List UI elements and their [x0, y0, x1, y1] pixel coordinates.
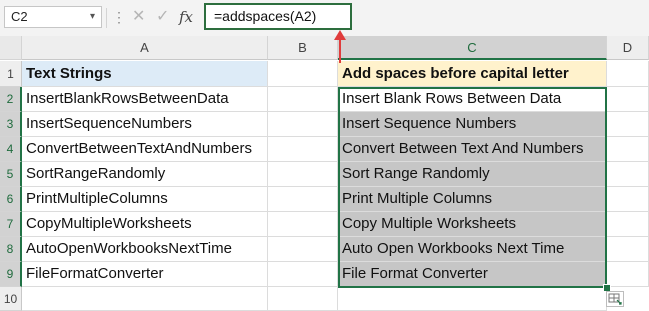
cell-b4[interactable]	[268, 137, 338, 162]
cell-a2[interactable]: InsertBlankRowsBetweenData	[22, 87, 268, 112]
cell-a1[interactable]: Text Strings	[22, 61, 268, 87]
row-header-3[interactable]: 3	[0, 112, 22, 137]
chevron-down-icon[interactable]: ▾	[90, 7, 95, 27]
cell-d8[interactable]	[607, 237, 649, 262]
cell-c9[interactable]: File Format Converter	[338, 262, 607, 287]
cell-b6[interactable]	[268, 187, 338, 212]
cell-c3[interactable]: Insert Sequence Numbers	[338, 112, 607, 137]
row-header-8[interactable]: 8	[0, 237, 22, 262]
cell-b1[interactable]	[268, 61, 338, 87]
cell-a6[interactable]: PrintMultipleColumns	[22, 187, 268, 212]
cell-d7[interactable]	[607, 212, 649, 237]
name-box[interactable]: C2 ▾	[4, 6, 102, 28]
red-up-arrow-icon	[334, 30, 346, 63]
cell-c6[interactable]: Print Multiple Columns	[338, 187, 607, 212]
column-header-d[interactable]: D	[607, 36, 649, 60]
cell-a7[interactable]: CopyMultipleWorksheets	[22, 212, 268, 237]
cell-d4[interactable]	[607, 137, 649, 162]
cell-c1[interactable]: Add spaces before capital letter	[338, 61, 607, 87]
row-header-10[interactable]: 10	[0, 287, 22, 311]
cell-c5[interactable]: Sort Range Randomly	[338, 162, 607, 187]
cell-d5[interactable]	[607, 162, 649, 187]
divider	[106, 8, 107, 28]
cell-a3[interactable]: InsertSequenceNumbers	[22, 112, 268, 137]
select-all-corner[interactable]	[0, 36, 22, 60]
row-header-9[interactable]: 9	[0, 262, 22, 287]
cell-d6[interactable]	[607, 187, 649, 212]
cell-c8[interactable]: Auto Open Workbooks Next Time	[338, 237, 607, 262]
vertical-dots-icon[interactable]: ⋮	[112, 8, 126, 26]
row-header-7[interactable]: 7	[0, 212, 22, 237]
cell-c2[interactable]: Insert Blank Rows Between Data	[338, 87, 607, 112]
close-icon[interactable]: ✕	[132, 6, 145, 28]
cell-b9[interactable]	[268, 262, 338, 287]
row-header-1[interactable]: 1	[0, 61, 22, 87]
cell-a8[interactable]: AutoOpenWorkbooksNextTime	[22, 237, 268, 262]
formula-bar: C2 ▾ ⋮ ✕ ✓ fx =addspaces(A2)	[0, 0, 649, 37]
row-header-5[interactable]: 5	[0, 162, 22, 187]
column-header-a[interactable]: A	[22, 36, 268, 60]
cell-b5[interactable]	[268, 162, 338, 187]
column-header-c[interactable]: C	[338, 36, 607, 60]
cell-d1[interactable]	[607, 61, 649, 87]
row-header-2[interactable]: 2	[0, 87, 22, 112]
cell-a4[interactable]: ConvertBetweenTextAndNumbers	[22, 137, 268, 162]
cell-c10[interactable]	[338, 287, 607, 311]
cell-d3[interactable]	[607, 112, 649, 137]
cell-d9[interactable]	[607, 262, 649, 287]
cell-c7[interactable]: Copy Multiple Worksheets	[338, 212, 607, 237]
cell-c4[interactable]: Convert Between Text And Numbers	[338, 137, 607, 162]
cell-d2[interactable]	[607, 87, 649, 112]
column-header-b[interactable]: B	[268, 36, 338, 60]
check-icon[interactable]: ✓	[156, 6, 169, 28]
formula-input[interactable]: =addspaces(A2)	[204, 3, 352, 30]
cell-a5[interactable]: SortRangeRandomly	[22, 162, 268, 187]
cell-b8[interactable]	[268, 237, 338, 262]
name-box-value: C2	[11, 9, 28, 24]
row-header-6[interactable]: 6	[0, 187, 22, 212]
cell-b7[interactable]	[268, 212, 338, 237]
cell-b2[interactable]	[268, 87, 338, 112]
cell-a10[interactable]	[22, 287, 268, 311]
cell-a9[interactable]: FileFormatConverter	[22, 262, 268, 287]
quick-analysis-icon[interactable]	[606, 291, 624, 307]
fx-icon[interactable]: fx	[179, 6, 193, 28]
row-header-4[interactable]: 4	[0, 137, 22, 162]
cell-b3[interactable]	[268, 112, 338, 137]
cell-b10[interactable]	[268, 287, 338, 311]
